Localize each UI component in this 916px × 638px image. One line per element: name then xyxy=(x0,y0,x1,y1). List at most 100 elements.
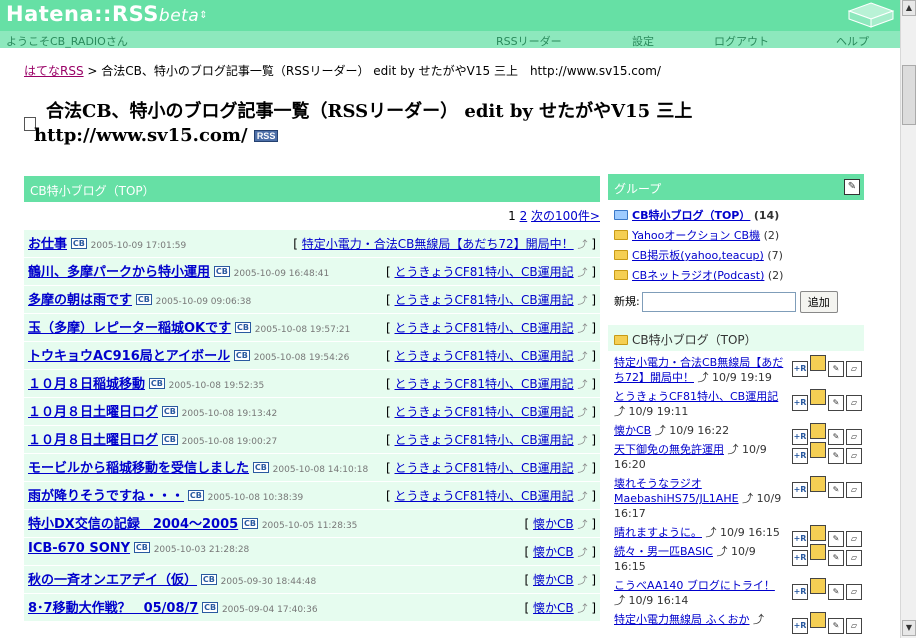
edit-pencil-icon[interactable]: ✎ xyxy=(828,361,844,377)
article-source: [ とうきょうCF81特小、CB運用記 ⤴ ] xyxy=(386,433,596,447)
folder-move-icon[interactable] xyxy=(810,578,826,594)
nav-rss-reader[interactable]: RSSリーダー xyxy=(496,33,562,49)
article-title-link[interactable]: １０月８日稲城移動 xyxy=(28,377,145,392)
edit-pencil-icon[interactable]: ✎ xyxy=(828,448,844,464)
article-row: [ 懐かCB ⤴ ] ICB-670 SONY CB 2005-10-03 21:… xyxy=(24,538,600,566)
article-source-link[interactable]: とうきょうCF81特小、CB運用記 xyxy=(395,349,574,363)
delete-eraser-icon[interactable]: ▱ xyxy=(846,550,862,566)
article-source-link[interactable]: 懐かCB xyxy=(533,573,574,587)
rss-badge-icon[interactable]: RSS xyxy=(253,130,279,142)
article-source-link[interactable]: とうきょうCF81特小、CB運用記 xyxy=(395,321,574,335)
add-group-button[interactable]: 追加 xyxy=(799,291,838,313)
folder-move-icon[interactable] xyxy=(810,544,826,560)
read-rss-icon[interactable]: +R xyxy=(792,448,808,464)
feed-title-link[interactable]: 特定小電力無線局 ふくおか xyxy=(614,613,750,626)
article-source-link[interactable]: とうきょうCF81特小、CB運用記 xyxy=(395,377,574,391)
group-item[interactable]: Yahooオークション CB機 (2) xyxy=(614,227,858,247)
article-date: 2005-10-08 10:38:39 xyxy=(207,493,304,503)
article-title-link[interactable]: １０月８日土曜日ログ xyxy=(28,405,158,420)
feed-title-link[interactable]: こうべAA140 ブログにトライ！ xyxy=(614,579,775,592)
group-link[interactable]: CBネットラジオ(Podcast) xyxy=(632,269,764,282)
feed-title-link[interactable]: 晴れますように。 xyxy=(614,526,702,539)
read-rss-icon[interactable]: +R xyxy=(792,482,808,498)
article-title-link[interactable]: 雨が降りそうですね・・・ xyxy=(28,489,184,504)
welcome-text: ようこそCB_RADIOさん xyxy=(6,35,128,48)
read-rss-icon[interactable]: +R xyxy=(792,550,808,566)
new-group-input[interactable] xyxy=(641,292,796,312)
delete-eraser-icon[interactable]: ▱ xyxy=(846,395,862,411)
new-group-label: 新規: xyxy=(614,295,640,308)
scroll-thumb[interactable] xyxy=(902,65,916,125)
read-rss-icon[interactable]: +R xyxy=(792,395,808,411)
page-2-link[interactable]: 2 xyxy=(520,209,528,223)
folder-move-icon[interactable] xyxy=(810,525,826,541)
cb-badge-icon: CB xyxy=(202,602,219,613)
edit-pencil-icon[interactable]: ✎ xyxy=(828,584,844,600)
article-source-link[interactable]: とうきょうCF81特小、CB運用記 xyxy=(395,489,574,503)
feed-list: 特定小電力・合法CB無線局【あだち72】開局中！ ⤴ 10/9 19:19 +R ✎… xyxy=(608,351,864,634)
article-title-link[interactable]: 玉（多摩）レピーター稲城OKです xyxy=(28,321,231,336)
delete-eraser-icon[interactable]: ▱ xyxy=(846,584,862,600)
edit-pencil-icon[interactable]: ✎ xyxy=(828,482,844,498)
delete-eraser-icon[interactable]: ▱ xyxy=(846,448,862,464)
group-item[interactable]: CBネットラジオ(Podcast) (2) xyxy=(614,267,858,287)
delete-eraser-icon[interactable]: ▱ xyxy=(846,361,862,377)
edit-pencil-icon[interactable]: ✎ xyxy=(828,395,844,411)
read-rss-icon[interactable]: +R xyxy=(792,584,808,600)
read-rss-icon[interactable]: +R xyxy=(792,361,808,377)
arrow-icon: ⤴ xyxy=(753,613,764,626)
group-link[interactable]: CB掲示板(yahoo,teacup) xyxy=(632,249,764,262)
article-source-link[interactable]: とうきょうCF81特小、CB運用記 xyxy=(395,405,574,419)
feed-title-link[interactable]: 壊れそうなラジオ MaebashiHS75/JL1AHE xyxy=(614,477,739,505)
nav-settings[interactable]: 設定 xyxy=(632,33,654,49)
article-title-link[interactable]: 鶴川、多摩パークから特小運用 xyxy=(28,265,210,280)
scroll-up-icon[interactable]: ▲ xyxy=(902,0,916,16)
article-source-link[interactable]: 懐かCB xyxy=(533,517,574,531)
article-title-link[interactable]: 特小DX交信の記録 2004〜2005 xyxy=(28,517,238,532)
folder-move-icon[interactable] xyxy=(810,423,826,439)
article-date: 2005-10-09 09:06:38 xyxy=(155,297,252,307)
delete-eraser-icon[interactable]: ▱ xyxy=(846,482,862,498)
edit-pencil-icon[interactable]: ✎ xyxy=(828,550,844,566)
folder-move-icon[interactable] xyxy=(810,476,826,492)
edit-pencil-icon[interactable]: ✎ xyxy=(844,179,860,195)
folder-move-icon[interactable] xyxy=(810,612,826,628)
group-item[interactable]: CB掲示板(yahoo,teacup) (7) xyxy=(614,247,858,267)
article-source-link[interactable]: 特定小電力・合法CB無線局【あだち72】開局中！ xyxy=(302,237,574,251)
article-title-link[interactable]: 8･7移動大作戦？ 05/08/7 xyxy=(28,601,198,616)
article-title-link[interactable]: 秋の一斉オンエアデイ（仮） xyxy=(28,573,197,588)
feed-title-link[interactable]: 懐かCB xyxy=(614,424,651,437)
article-source-link[interactable]: とうきょうCF81特小、CB運用記 xyxy=(395,265,574,279)
cb-badge-icon: CB xyxy=(233,350,250,361)
article-title-link[interactable]: モービルから稲城移動を受信しました xyxy=(28,461,249,476)
group-item[interactable]: CB特小ブログ（TOP） (14) xyxy=(614,207,858,227)
article-source-link[interactable]: とうきょうCF81特小、CB運用記 xyxy=(395,461,574,475)
nav-help[interactable]: ヘルプ xyxy=(836,33,869,49)
folder-move-icon[interactable] xyxy=(810,389,826,405)
vertical-scrollbar[interactable]: ▲ ▼ xyxy=(900,0,916,638)
article-source-link[interactable]: とうきょうCF81特小、CB運用記 xyxy=(395,433,574,447)
scroll-down-icon[interactable]: ▼ xyxy=(902,620,916,636)
read-rss-icon[interactable]: +R xyxy=(792,618,808,634)
delete-eraser-icon[interactable]: ▱ xyxy=(846,618,862,634)
feed-title-link[interactable]: 続々・男一匹BASIC xyxy=(614,545,713,558)
hatena-rss-logo[interactable]: Hatena::RSSbeta⇕ xyxy=(6,2,208,26)
next-page-link[interactable]: 次の100件> xyxy=(531,209,600,223)
nav-logout[interactable]: ログアウト xyxy=(714,33,769,49)
article-title-link[interactable]: 多摩の朝は雨です xyxy=(28,293,132,308)
article-title-link[interactable]: １０月８日土曜日ログ xyxy=(28,433,158,448)
article-title-link[interactable]: ICB-670 SONY xyxy=(28,541,130,556)
breadcrumb-root-link[interactable]: はてなRSS xyxy=(24,64,84,78)
group-link[interactable]: Yahooオークション CB機 xyxy=(632,229,760,242)
feed-title-link[interactable]: 天下御免の無免許運用 xyxy=(614,443,724,456)
edit-pencil-icon[interactable]: ✎ xyxy=(828,618,844,634)
folder-move-icon[interactable] xyxy=(810,442,826,458)
article-source-link[interactable]: 懐かCB xyxy=(533,601,574,615)
article-title-link[interactable]: お仕事 xyxy=(28,237,67,252)
article-source-link[interactable]: とうきょうCF81特小、CB運用記 xyxy=(395,293,574,307)
article-title-link[interactable]: トウキョウAC916局とアイボール xyxy=(28,349,230,364)
article-source-link[interactable]: 懐かCB xyxy=(533,545,574,559)
feed-title-link[interactable]: とうきょうCF81特小、CB運用記 xyxy=(614,390,778,403)
folder-move-icon[interactable] xyxy=(810,355,826,371)
group-link[interactable]: CB特小ブログ（TOP） xyxy=(632,209,750,222)
